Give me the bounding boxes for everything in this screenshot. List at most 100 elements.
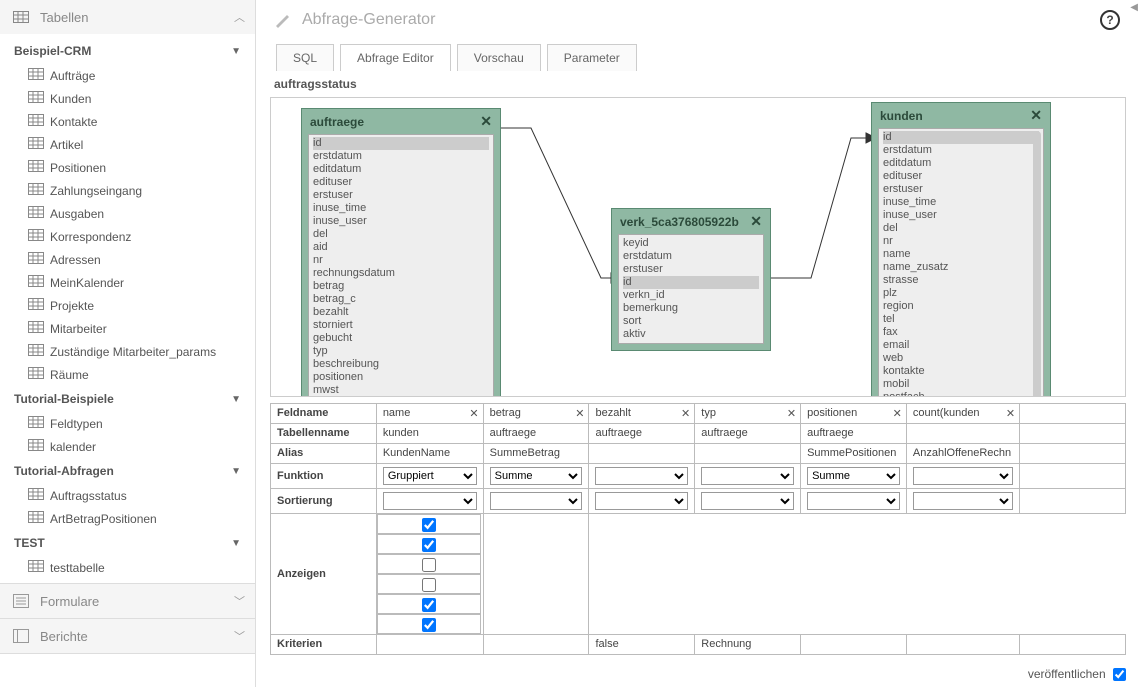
- tabellenname-cell[interactable]: auftraege: [695, 423, 801, 443]
- field-item[interactable]: gebucht: [313, 332, 489, 345]
- field-item[interactable]: erstdatum: [313, 150, 489, 163]
- field-item[interactable]: erstuser: [623, 263, 759, 276]
- tree-item[interactable]: Auftragsstatus: [0, 484, 255, 507]
- field-item[interactable]: mwst: [313, 384, 489, 397]
- remove-column-icon[interactable]: ✕: [469, 407, 478, 420]
- field-item[interactable]: keyid: [623, 237, 759, 250]
- field-item[interactable]: name: [883, 248, 1039, 261]
- close-icon[interactable]: ✕: [1030, 107, 1042, 124]
- anzeigen-checkbox[interactable]: [422, 598, 436, 612]
- feldname-cell[interactable]: count(kunden✕: [906, 403, 1019, 423]
- field-item[interactable]: bemerkung: [623, 302, 759, 315]
- field-item[interactable]: fax: [883, 326, 1039, 339]
- kriterien-cell[interactable]: false: [589, 634, 695, 654]
- anzeigen-checkbox[interactable]: [422, 618, 436, 632]
- entity-kunden[interactable]: kunden ✕ iderstdatumeditdatumedituserers…: [871, 102, 1051, 397]
- field-item[interactable]: editdatum: [313, 163, 489, 176]
- field-item[interactable]: beschreibung: [313, 358, 489, 371]
- field-item[interactable]: plz: [883, 287, 1039, 300]
- kriterien-cell[interactable]: [801, 634, 907, 654]
- kriterien-cell[interactable]: [376, 634, 483, 654]
- field-item[interactable]: strasse: [883, 274, 1039, 287]
- funktion-select[interactable]: GruppiertSummeAnzahlMinMax: [383, 467, 477, 485]
- alias-cell[interactable]: AnzahlOffeneRechn: [906, 443, 1019, 463]
- tree-group[interactable]: Tutorial-Beispiele▼: [0, 386, 255, 412]
- anzeigen-checkbox[interactable]: [422, 558, 436, 572]
- field-item[interactable]: erstdatum: [623, 250, 759, 263]
- help-icon[interactable]: ?: [1100, 10, 1120, 30]
- remove-column-icon[interactable]: ✕: [1006, 407, 1015, 420]
- feldname-cell[interactable]: typ✕: [695, 403, 801, 423]
- field-item[interactable]: web: [883, 352, 1039, 365]
- tree-item[interactable]: Kontakte: [0, 110, 255, 133]
- sidebar-section-tabellen[interactable]: Tabellen ︿: [0, 0, 255, 34]
- entity-verk[interactable]: verk_5ca376805922b ✕ keyiderstdatumerstu…: [611, 208, 771, 351]
- alias-cell[interactable]: KundenName: [376, 443, 483, 463]
- tree-item[interactable]: Positionen: [0, 156, 255, 179]
- anzeigen-checkbox[interactable]: [422, 578, 436, 592]
- field-item[interactable]: del: [883, 222, 1039, 235]
- field-item[interactable]: verkn_id: [623, 289, 759, 302]
- scrollbar[interactable]: [1033, 131, 1041, 397]
- tree-item[interactable]: Projekte: [0, 294, 255, 317]
- field-item[interactable]: betrag: [313, 280, 489, 293]
- field-item[interactable]: mobil: [883, 378, 1039, 391]
- tree-group[interactable]: Beispiel-CRM▼: [0, 38, 255, 64]
- entity-field-list[interactable]: iderstdatumeditdatumeditusererstuserinus…: [308, 134, 494, 397]
- field-item[interactable]: postfach: [883, 391, 1039, 397]
- feldname-cell[interactable]: positionen✕: [801, 403, 907, 423]
- sortierung-select[interactable]: [807, 492, 900, 510]
- field-item[interactable]: sort: [623, 315, 759, 328]
- publish-checkbox[interactable]: [1113, 668, 1126, 681]
- alias-cell[interactable]: SummePositionen: [801, 443, 907, 463]
- tabellenname-cell[interactable]: kunden: [376, 423, 483, 443]
- sortierung-select[interactable]: [701, 492, 794, 510]
- tabellenname-cell[interactable]: [906, 423, 1019, 443]
- field-item[interactable]: betrag_c: [313, 293, 489, 306]
- anzeigen-checkbox[interactable]: [422, 538, 436, 552]
- tree-item[interactable]: Zuständige Mitarbeiter_params: [0, 340, 255, 363]
- tree-item[interactable]: Ausgaben: [0, 202, 255, 225]
- field-item[interactable]: bezahlt: [313, 306, 489, 319]
- sortierung-select[interactable]: [383, 492, 477, 510]
- field-item[interactable]: inuse_time: [313, 202, 489, 215]
- close-icon[interactable]: ✕: [750, 213, 762, 230]
- field-item[interactable]: edituser: [313, 176, 489, 189]
- entity-auftraege[interactable]: auftraege ✕ iderstdatumeditdatumedituser…: [301, 108, 501, 397]
- kriterien-cell[interactable]: Rechnung: [695, 634, 801, 654]
- diagram-canvas[interactable]: auftraege ✕ iderstdatumeditdatumedituser…: [270, 97, 1126, 397]
- field-item[interactable]: editdatum: [883, 157, 1039, 170]
- sidebar-section-formulare[interactable]: Formulare ﹀: [0, 584, 255, 618]
- alias-cell[interactable]: [589, 443, 695, 463]
- tree-group[interactable]: Tutorial-Abfragen▼: [0, 458, 255, 484]
- tree-item[interactable]: Aufträge: [0, 64, 255, 87]
- field-item[interactable]: aktiv: [623, 328, 759, 341]
- collapse-arrow-icon[interactable]: ◀: [1130, 2, 1138, 13]
- funktion-select[interactable]: GruppiertSummeAnzahlMinMax: [595, 467, 688, 485]
- field-item[interactable]: region: [883, 300, 1039, 313]
- field-item[interactable]: nr: [313, 254, 489, 267]
- field-item[interactable]: erstdatum: [883, 144, 1039, 157]
- tab-sql[interactable]: SQL: [276, 44, 334, 71]
- tree-item[interactable]: Mitarbeiter: [0, 317, 255, 340]
- tree-item[interactable]: Feldtypen: [0, 412, 255, 435]
- sortierung-select[interactable]: [490, 492, 583, 510]
- tab-abfrage-editor[interactable]: Abfrage Editor: [340, 44, 451, 71]
- kriterien-cell[interactable]: [483, 634, 589, 654]
- tree-item[interactable]: MeinKalender: [0, 271, 255, 294]
- field-item[interactable]: edituser: [883, 170, 1039, 183]
- tree-item[interactable]: ArtBetragPositionen: [0, 507, 255, 530]
- sortierung-select[interactable]: [595, 492, 688, 510]
- field-item[interactable]: inuse_user: [313, 215, 489, 228]
- kriterien-cell[interactable]: [906, 634, 1019, 654]
- feldname-cell[interactable]: name✕: [376, 403, 483, 423]
- field-item[interactable]: name_zusatz: [883, 261, 1039, 274]
- tabellenname-cell[interactable]: auftraege: [589, 423, 695, 443]
- entity-field-list[interactable]: iderstdatumeditdatumeditusererstuserinus…: [878, 128, 1044, 397]
- field-item[interactable]: del: [313, 228, 489, 241]
- field-item[interactable]: tel: [883, 313, 1039, 326]
- field-item[interactable]: erstuser: [313, 189, 489, 202]
- tab-vorschau[interactable]: Vorschau: [457, 44, 541, 71]
- funktion-select[interactable]: GruppiertSummeAnzahlMinMax: [807, 467, 900, 485]
- funktion-select[interactable]: GruppiertSummeAnzahlMinMax: [490, 467, 583, 485]
